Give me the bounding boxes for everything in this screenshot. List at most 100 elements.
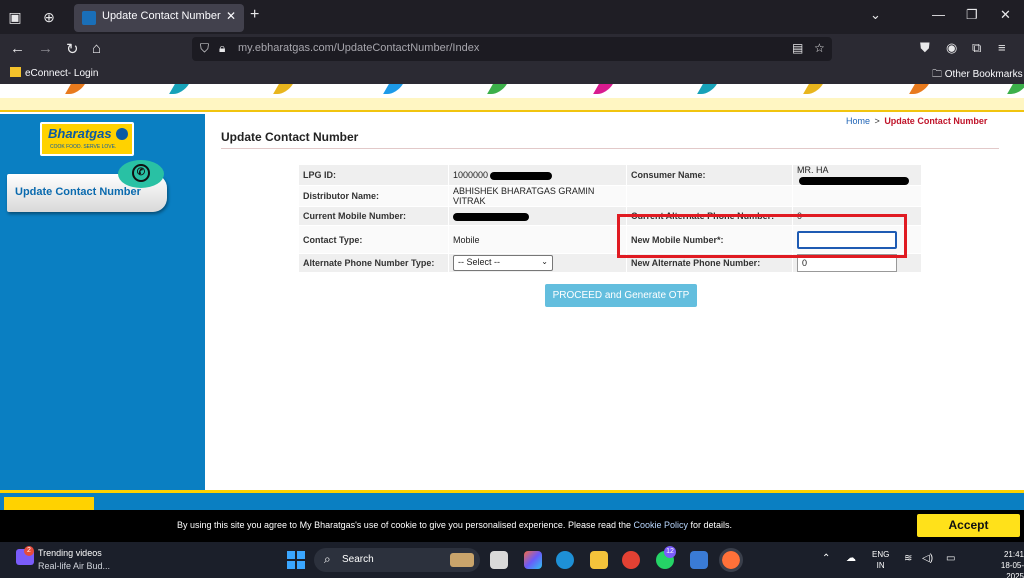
bharatgas-logo[interactable]: Bharatgas COOK FOOD. SERVE LOVE.: [40, 122, 134, 156]
redaction-mark: [490, 171, 553, 180]
shield-icon[interactable]: ⛉: [200, 41, 209, 56]
home-icon[interactable]: ⌂: [92, 40, 101, 57]
language-indicator[interactable]: ENG IN: [872, 549, 889, 571]
forward-icon[interactable]: →: [38, 40, 53, 57]
lang-line1: ENG: [872, 550, 890, 559]
widgets-badge: 2: [24, 546, 34, 556]
current-mobile-label: Current Mobile Number:: [298, 206, 449, 226]
phone-click-icon: ✆: [132, 164, 150, 182]
battery-icon[interactable]: ▭: [946, 553, 955, 564]
logo-tagline: COOK FOOD. SERVE LOVE.: [50, 144, 117, 150]
store-icon[interactable]: [690, 551, 708, 569]
decor-leaf: [803, 84, 823, 94]
back-icon[interactable]: ←: [10, 40, 25, 57]
browser-nav-bar: ← → ↻ ⌂ ⛉ 🔒︎ my.ebharatgas.com/UpdateCon…: [0, 34, 1024, 64]
table-row: Distributor Name: ABHISHEK BHARATGAS GRA…: [298, 185, 922, 207]
tray-chevron-up-icon[interactable]: ⌃: [822, 553, 830, 564]
url-text[interactable]: my.ebharatgas.com/UpdateContactNumber/In…: [238, 42, 479, 54]
volume-icon[interactable]: ◁): [922, 553, 933, 564]
tab-overview-icon[interactable]: ▣: [6, 8, 24, 26]
task-view-icon[interactable]: [490, 551, 508, 569]
windows-start-icon[interactable]: [287, 551, 305, 569]
accept-cookies-button[interactable]: Accept: [917, 514, 1020, 537]
alt-phone-type-select[interactable]: -- Select -- ⌄: [453, 255, 553, 271]
edge-icon[interactable]: [556, 551, 574, 569]
redaction-mark: [799, 176, 909, 185]
address-bar[interactable]: ⛉ 🔒︎ my.ebharatgas.com/UpdateContactNumb…: [192, 37, 832, 61]
decor-leaf: [1007, 84, 1024, 94]
globe-icon[interactable]: ⊕: [40, 8, 58, 26]
trending-title[interactable]: Trending videos: [38, 548, 102, 558]
firefox-icon[interactable]: [719, 548, 743, 572]
reload-icon[interactable]: ↻: [66, 40, 79, 58]
lpg-id-value: 1000000: [453, 170, 489, 180]
chrome-icon[interactable]: [622, 551, 640, 569]
breadcrumb-separator: >: [874, 116, 880, 126]
close-window-icon[interactable]: ✕: [1000, 7, 1011, 23]
menu-icon[interactable]: ≡: [998, 40, 1006, 55]
distributor-name-value: ABHISHEK BHARATGAS GRAMIN VITRAK: [448, 185, 627, 207]
empty-cell: [792, 185, 922, 207]
copilot-icon[interactable]: [524, 551, 542, 569]
footer-logo: [4, 497, 94, 511]
lpg-id-label: LPG ID:: [298, 164, 449, 186]
distributor-name-label: Distributor Name:: [298, 185, 449, 207]
bookmarks-bar: eConnect- Login 🗀︎ Other Bookmarks: [0, 64, 1024, 84]
page-content: Bharatgas COOK FOOD. SERVE LOVE. Update …: [0, 84, 1024, 511]
other-bookmarks[interactable]: 🗀︎ Other Bookmarks: [932, 67, 1023, 84]
cookie-text-before: By using this site you agree to My Bhara…: [177, 520, 634, 530]
alt-phone-type-cell: -- Select -- ⌄: [448, 253, 627, 273]
lock-icon[interactable]: 🔒︎: [219, 41, 225, 56]
close-tab-icon[interactable]: ✕: [226, 9, 236, 23]
folder-icon: 🗀︎: [932, 69, 945, 80]
pocket-icon[interactable]: ⛊: [920, 40, 930, 56]
proceed-generate-otp-button[interactable]: PROCEED and Generate OTP: [545, 284, 697, 307]
current-mobile-cell: [448, 206, 627, 226]
clock-date: 18-05-2025: [1000, 561, 1024, 578]
breadcrumb: Home > Update Contact Number: [846, 116, 987, 126]
breadcrumb-home-link[interactable]: Home: [846, 116, 870, 126]
decor-leaf: [697, 84, 717, 94]
weather-cloud-icon[interactable]: ☁: [846, 553, 856, 564]
cookie-policy-link[interactable]: Cookie Policy: [633, 520, 688, 530]
bookmark-favicon-icon: [10, 67, 21, 77]
bookmark-econnect[interactable]: eConnect- Login: [10, 67, 98, 79]
empty-cell: [626, 185, 793, 207]
new-tab-icon[interactable]: +: [250, 6, 259, 24]
extensions-icon[interactable]: ⧉: [972, 40, 981, 56]
bookmark-star-icon[interactable]: ☆: [814, 41, 825, 55]
redaction-mark: [453, 212, 529, 221]
lpg-id-cell: 1000000: [448, 164, 627, 186]
file-explorer-icon[interactable]: [590, 551, 608, 569]
url-host: my.ebharatgas.com: [238, 42, 334, 54]
breadcrumb-current: Update Contact Number: [884, 116, 988, 126]
bpcl-emblem-icon: [116, 128, 128, 140]
browser-tab[interactable]: Update Contact Number ✕: [74, 4, 244, 32]
taskbar: 2 Trending videos Real-life Air Bud... ⌕…: [0, 542, 1024, 578]
cookie-banner: By using this site you agree to My Bhara…: [0, 510, 1024, 542]
page-title: Update Contact Number: [221, 130, 359, 144]
trending-subtitle[interactable]: Real-life Air Bud...: [38, 561, 110, 571]
whatsapp-badge: 12: [664, 546, 676, 558]
annotation-highlight-box: [617, 214, 907, 258]
search-icon: ⌕: [324, 552, 331, 566]
clock[interactable]: 21:41 18-05-2025: [984, 549, 1024, 578]
header-band: [0, 98, 1024, 112]
restore-icon[interactable]: ❐: [966, 7, 978, 23]
decor-leaf: [65, 84, 85, 94]
url-path: /UpdateContactNumber/Index: [333, 42, 480, 54]
wifi-icon[interactable]: ≋: [904, 553, 912, 564]
taskbar-search[interactable]: ⌕ Search: [314, 548, 480, 572]
chevron-down-icon[interactable]: ⌄: [870, 7, 881, 23]
title-divider: [221, 148, 999, 149]
decor-leaf: [487, 84, 507, 94]
cookie-text-after: for details.: [688, 520, 733, 530]
minimize-icon[interactable]: —: [932, 7, 945, 22]
reader-view-icon[interactable]: ▤: [792, 41, 803, 55]
consumer-name-value: MR. HA: [797, 165, 829, 175]
tab-title: Update Contact Number: [102, 10, 221, 22]
alt-phone-type-label: Alternate Phone Number Type:: [298, 253, 449, 273]
contact-type-value: Mobile: [448, 225, 627, 254]
logo-text: Bharatgas: [48, 126, 112, 141]
account-icon[interactable]: ◉: [946, 40, 957, 56]
